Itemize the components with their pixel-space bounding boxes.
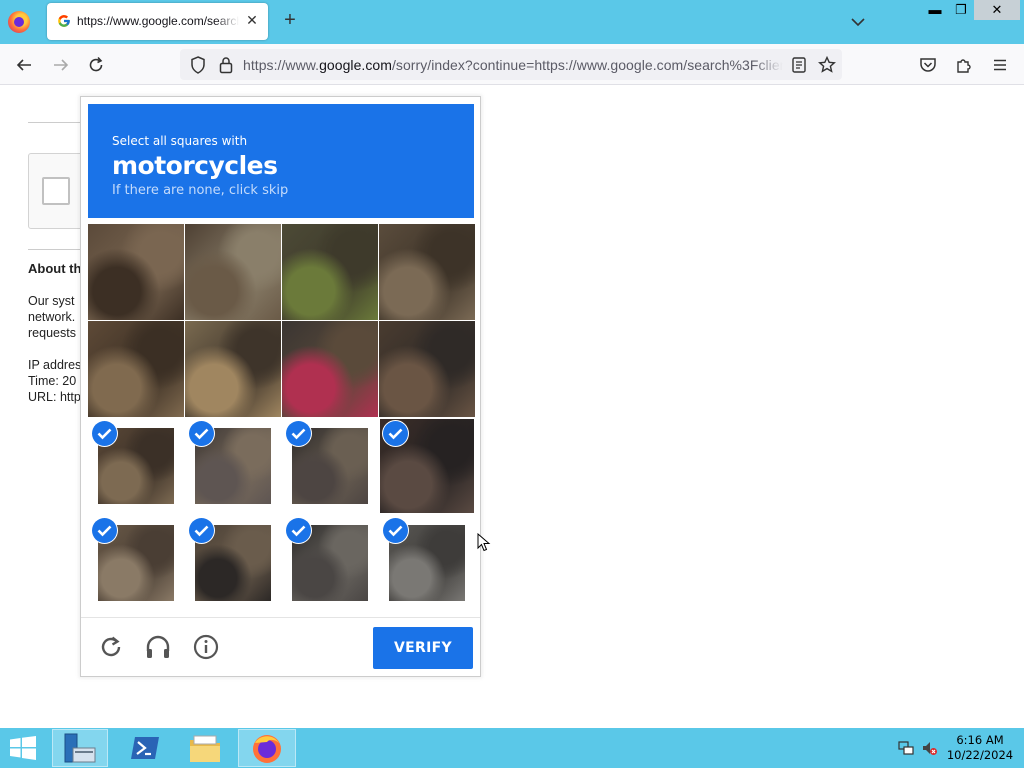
divider [28,249,88,250]
new-tab-button[interactable]: + [281,10,299,30]
captcha-tile-image [185,321,281,417]
captcha-tile[interactable] [379,224,475,320]
captcha-header: Select all squares with motorcycles If t… [88,104,474,218]
powershell-icon [131,737,159,759]
pocket-icon[interactable] [918,55,938,75]
url-text[interactable]: https://www.google.com/sorry/index?conti… [243,57,783,73]
captcha-tile[interactable] [379,321,475,417]
tab-title: https://www.google.com/search?q=... [77,14,239,28]
captcha-tile[interactable] [282,321,378,417]
chevron-down-icon[interactable] [848,13,868,31]
browser-tab[interactable]: https://www.google.com/search?q=... ✕ [47,3,268,40]
captcha-instruction: Select all squares with [112,134,248,148]
recaptcha-anchor [28,153,88,229]
taskbar-clock[interactable]: 6:16 AM 10/22/2024 [940,733,1020,763]
url-prefix: https://www. [243,57,320,73]
captcha-tile-image [185,224,281,320]
url-path: /sorry/index?continue=https://www.google… [391,57,783,73]
checkmark-icon [92,518,117,543]
captcha-tile-image [379,224,475,320]
reader-view-icon[interactable] [789,55,809,75]
captcha-tile[interactable] [185,515,281,611]
lock-icon[interactable] [216,55,236,75]
captcha-challenge-dialog: Select all squares with motorcycles If t… [80,96,491,677]
captcha-tile[interactable] [282,224,378,320]
captcha-tile[interactable] [88,321,184,417]
window-maximize-button[interactable]: ❐ [948,0,974,20]
captcha-tile[interactable] [88,418,184,514]
info-icon[interactable] [192,633,220,661]
extensions-icon[interactable] [954,55,974,75]
window-minimize-button[interactable]: ▬ [922,0,948,20]
clock-date: 10/22/2024 [946,748,1014,762]
window-close-button[interactable]: ✕ [974,0,1020,20]
captcha-tile[interactable] [282,418,378,514]
back-icon[interactable] [14,55,34,75]
server-manager-taskbar-button[interactable] [52,729,108,767]
url-host: google.com [319,57,392,73]
url-bar[interactable]: https://www.google.com/sorry/index?conti… [180,49,842,80]
forward-icon[interactable] [51,55,71,75]
captcha-tile-image [282,224,378,320]
checkmark-icon [286,421,311,446]
recaptcha-checkbox[interactable] [42,177,70,205]
firefox-taskbar-button[interactable] [238,729,296,767]
start-button[interactable] [8,736,38,760]
file-explorer-taskbar-button[interactable] [180,729,230,767]
clock-time: 6:16 AM [956,733,1004,747]
captcha-hint: If there are none, click skip [112,183,289,198]
reload-icon[interactable] [86,55,106,75]
menu-icon[interactable] [990,55,1010,75]
captcha-footer-divider [81,617,480,618]
audio-headphones-icon[interactable] [144,633,172,661]
divider [28,122,88,123]
captcha-tile[interactable] [185,418,281,514]
volume-muted-icon[interactable] [921,740,937,756]
shield-icon[interactable] [188,55,208,75]
captcha-tile[interactable] [379,418,475,514]
server-manager-icon [64,733,96,763]
verify-button[interactable]: VERIFY [373,627,473,669]
captcha-target: motorcycles [112,151,278,180]
checkmark-icon [189,518,214,543]
navigation-toolbar: https://www.google.com/sorry/index?conti… [0,44,1024,85]
network-icon[interactable] [898,740,914,756]
firefox-icon [253,735,281,763]
mouse-cursor-icon [477,533,491,552]
checkmark-icon [383,518,408,543]
about-body: Our syst network. requests IP addres Tim… [28,294,82,404]
powershell-taskbar-button[interactable] [120,729,170,767]
captcha-image-grid [88,224,475,611]
browser-titlebar: https://www.google.com/search?q=... ✕ + … [0,0,1024,44]
captcha-tile[interactable] [379,515,475,611]
bookmark-star-icon[interactable] [817,55,837,75]
captcha-tile[interactable] [88,515,184,611]
file-explorer-icon [190,735,220,762]
windows-taskbar: 6:16 AM 10/22/2024 [0,728,1024,768]
checkmark-icon [92,421,117,446]
captcha-tile-image [88,321,184,417]
captcha-tile-image [379,321,475,417]
captcha-tile-image [88,224,184,320]
reload-icon[interactable] [97,633,125,661]
captcha-tile[interactable] [185,321,281,417]
checkmark-icon [189,421,214,446]
firefox-menu-icon[interactable] [8,11,30,33]
captcha-tile-image [282,321,378,417]
about-heading: About th [28,261,82,276]
checkmark-icon [383,421,408,446]
captcha-tile[interactable] [88,224,184,320]
google-g-icon [58,15,70,27]
captcha-tile[interactable] [282,515,378,611]
checkmark-icon [286,518,311,543]
captcha-tile[interactable] [185,224,281,320]
tab-close-icon[interactable]: ✕ [244,12,260,28]
